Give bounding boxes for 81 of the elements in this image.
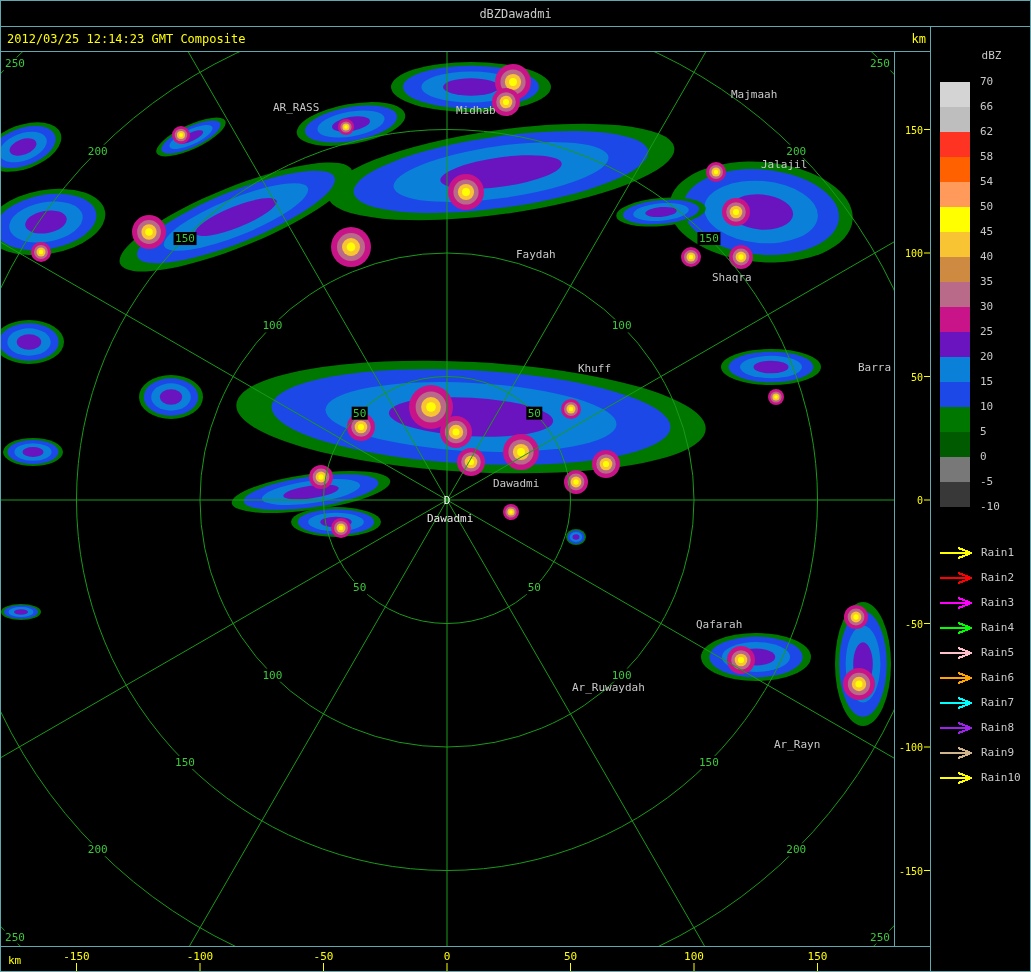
scale-label: 50 [980,201,995,215]
range-ring-label: 100 [262,319,283,333]
place-label: Dawadmi [493,477,540,490]
x-axis-label: 100 [684,950,704,963]
x-axis-unit-label: km [8,954,22,967]
range-ring-label: 50 [527,581,541,595]
place-label: Faydah [516,248,556,261]
range-ring-label: 250 [870,930,890,944]
place-label: Dawadmi [427,512,474,525]
scale-label: -10 [980,501,1000,515]
range-ring-label: 100 [611,319,632,333]
x-axis-label: 0 [443,950,451,963]
y-axis-label: -150 [898,865,923,877]
range-ring-label: 150 [175,755,195,769]
track-label: Rain2 [981,571,1015,584]
scale-label: 0 [980,451,988,465]
scale-label: 58 [980,151,995,165]
y-axis-label: 100 [904,248,923,259]
range-ring-label: 200 [87,843,108,857]
scale-label: 45 [980,226,995,240]
y-axis-label: 50 [910,371,923,383]
scale-label: 30 [980,301,995,315]
y-axis-label: 0 [916,495,923,506]
scale-label: -5 [980,476,995,490]
window-title: dBZDawadmi [1,1,1030,27]
track-label: Rain3 [981,596,1015,609]
range-ring-label: 200 [786,843,807,857]
scale-label: 70 [980,76,995,90]
scale-label: 20 [980,351,995,365]
x-axis-label: -50 [313,950,334,963]
place-label: Barra [858,361,892,374]
legend-title: dBZ [980,48,1003,64]
track-label: Rain7 [981,696,1015,709]
track-label: Rain6 [981,671,1015,684]
range-ring-label: 250 [5,930,25,944]
range-ring-label: 50 [353,581,367,595]
range-ring-label: 50 [527,406,541,420]
track-label: Rain5 [981,646,1015,659]
track-label: Rain4 [981,621,1015,634]
y-axis-label: -100 [898,742,923,753]
scale-label: 25 [980,326,995,340]
x-axis-label: 150 [807,950,828,963]
x-axis-label: -150 [63,950,90,963]
place-label: Midhab [456,104,496,117]
scale-label: 66 [980,101,995,115]
y-axis-label: -50 [904,618,923,630]
range-ring-label: 150 [699,755,719,769]
scale-label: 62 [980,126,995,140]
scale-label: 15 [980,376,995,390]
x-axis-label: -100 [186,950,214,963]
range-ring-label: 200 [87,144,108,158]
scale-label: 10 [980,401,995,415]
range-ring-label: 100 [262,668,283,682]
unit-label: km [911,32,926,46]
place-label: Khuff [578,362,612,375]
range-ring-label: 250 [870,57,890,71]
x-axis-label: 50 [563,950,578,963]
track-label: Rain9 [981,746,1015,759]
range-ring-label: 50 [353,406,367,420]
track-label: Rain1 [981,546,1015,559]
place-label: Ar_Rayn [774,738,821,751]
range-ring-label: 150 [175,232,195,246]
track-label: Rain8 [981,721,1015,734]
range-ring-label: 100 [611,668,632,682]
range-ring-label: 250 [5,57,25,71]
place-label: Qafarah [696,618,743,631]
scale-label: 40 [980,251,995,265]
range-ring-label: 150 [699,232,719,246]
radar-station-marker: D [443,494,451,507]
track-label: Rain10 [981,771,1021,784]
scale-label: 35 [980,276,995,290]
place-label: Shaqra [712,271,752,284]
place-label: Jalajil [761,158,808,171]
range-ring-label: 200 [786,144,807,158]
timestamp-label: 2012/03/25 12:14:23 GMT Composite [7,32,246,46]
scale-label: 54 [980,176,995,190]
scale-label: 5 [980,426,988,440]
y-axis-label: 150 [904,124,923,136]
place-label: Ar_Ruwaydah [572,681,645,694]
place-label: AR_RASS [273,101,320,114]
place-label: Majmaah [731,88,778,101]
